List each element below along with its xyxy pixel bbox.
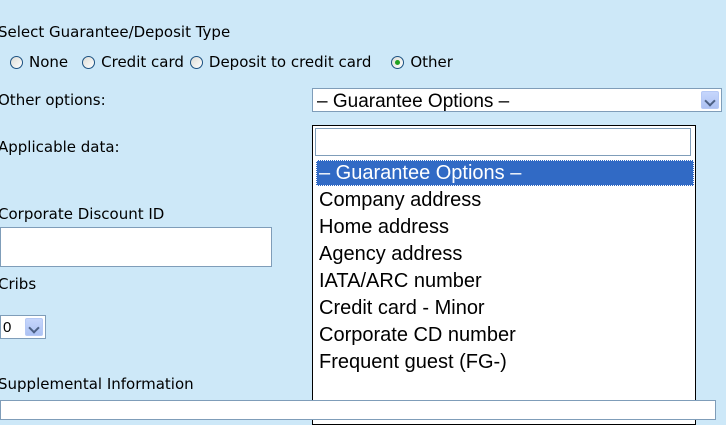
cribs-label: Cribs (0, 275, 37, 293)
dropdown-option[interactable]: Corporate CD number (316, 322, 694, 348)
supplemental-information-field[interactable] (0, 400, 716, 420)
dropdown-filter-input[interactable] (315, 128, 691, 156)
radio-other-circle[interactable] (391, 55, 405, 69)
cribs-selected-value: 0 (3, 319, 12, 336)
section-title: Select Guarantee/Deposit Type (0, 23, 231, 41)
radio-credit-card-label: Credit card (101, 53, 184, 71)
dropdown-option[interactable]: IATA/ARC number (316, 268, 694, 294)
radio-deposit-label: Deposit to credit card (208, 53, 372, 71)
guarantee-options-dropdown-list[interactable]: – Guarantee Options – Company address Home… (312, 125, 696, 425)
supplemental-information-label: Supplemental Information (0, 375, 194, 393)
radio-credit-card[interactable]: Credit card (82, 53, 184, 71)
dropdown-option[interactable]: Agency address (316, 241, 694, 267)
guarantee-type-radio-group: None Credit card Deposit to credit card … (10, 50, 453, 74)
dropdown-option[interactable]: – Guarantee Options – (316, 160, 694, 186)
radio-none[interactable]: None (10, 53, 68, 71)
dropdown-option[interactable]: Credit card - Minor (316, 295, 694, 321)
corporate-discount-label: Corporate Discount ID (0, 205, 165, 223)
other-options-label: Other options: (0, 91, 106, 109)
chevron-down-icon[interactable] (25, 318, 43, 336)
radio-deposit-to-credit-card[interactable]: Deposit to credit card (189, 53, 372, 71)
dropdown-option[interactable]: Home address (316, 214, 694, 240)
applicable-data-label: Applicable data: (0, 138, 120, 156)
chevron-down-icon[interactable] (701, 91, 719, 109)
radio-none-label: None (29, 53, 69, 71)
corporate-discount-input[interactable] (0, 227, 272, 267)
dropdown-option[interactable]: Frequent guest (FG-) (316, 349, 694, 375)
radio-other[interactable]: Other (391, 53, 453, 71)
other-options-select[interactable]: – Guarantee Options – (312, 88, 722, 112)
other-options-selected-value: – Guarantee Options – (317, 91, 510, 112)
radio-none-circle[interactable] (10, 55, 23, 69)
radio-credit-card-circle[interactable] (82, 55, 96, 69)
radio-deposit-circle[interactable] (189, 55, 203, 69)
cribs-select[interactable]: 0 (0, 315, 46, 339)
dropdown-option[interactable]: Company address (316, 187, 694, 213)
radio-other-label: Other (410, 53, 453, 71)
